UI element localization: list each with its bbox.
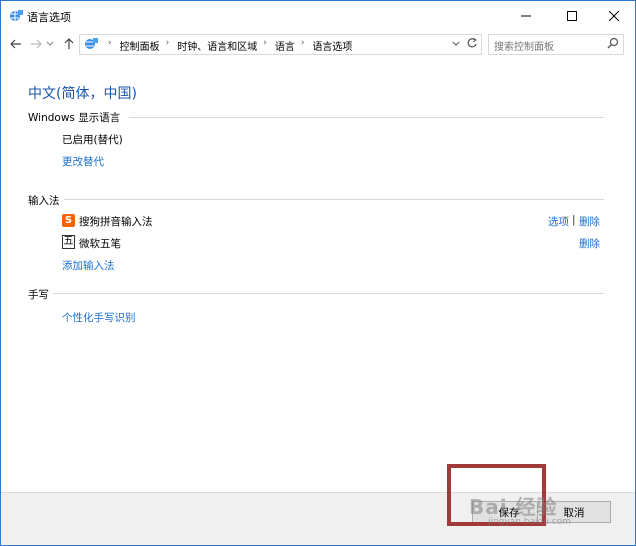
link-separator: |	[572, 214, 576, 226]
display-language-status: 已启用(替代)	[62, 134, 123, 146]
back-arrow-icon	[10, 39, 21, 49]
search-icon[interactable]	[607, 37, 619, 49]
search-placeholder: 搜索控制面板	[494, 42, 554, 53]
breadcrumb-separator[interactable]: ›	[263, 38, 267, 53]
page-title: 中文(简体，中国)	[28, 86, 137, 102]
handwriting-section-title: 手写	[28, 289, 49, 301]
breadcrumb-separator[interactable]: ›	[166, 38, 170, 53]
wubi-icon: 五	[62, 235, 75, 249]
address-controls	[452, 37, 477, 49]
add-input-method-link[interactable]: 添加输入法	[62, 258, 115, 273]
search-box[interactable]: 搜索控制面板	[488, 34, 624, 55]
close-button[interactable]	[592, 1, 635, 31]
breadcrumb-clock-language-region[interactable]: 时钟、语言和区域	[177, 38, 257, 53]
remove-input-method-link[interactable]: 删除	[579, 236, 600, 251]
recent-locations-button[interactable]	[45, 34, 55, 54]
breadcrumb-language[interactable]: 语言	[275, 38, 295, 53]
section-divider	[53, 293, 604, 294]
back-button[interactable]	[7, 34, 25, 54]
up-arrow-icon	[64, 38, 74, 49]
watermark: Bai 经验	[469, 495, 558, 519]
chevron-down-icon	[46, 41, 54, 46]
language-globe-icon	[10, 10, 23, 21]
breadcrumb-separator[interactable]: ›	[301, 38, 305, 53]
address-bar[interactable]: › 控制面板 › 时钟、语言和区域 › 语言 › 语言选项	[79, 34, 482, 55]
forward-arrow-icon	[31, 39, 42, 49]
change-override-link[interactable]: 更改替代	[62, 154, 104, 169]
breadcrumb-language-options[interactable]: 语言选项	[312, 38, 352, 53]
maximize-icon	[567, 11, 577, 21]
up-button[interactable]	[60, 34, 78, 54]
remove-input-method-link[interactable]: 删除	[579, 214, 600, 229]
refresh-icon[interactable]	[466, 37, 477, 49]
window-title: 语言选项	[27, 11, 71, 24]
input-method-name: 搜狗拼音输入法	[79, 216, 153, 228]
address-dropdown-icon[interactable]	[452, 37, 460, 49]
personalize-handwriting-link[interactable]: 个性化手写识别	[62, 310, 136, 325]
input-methods-section-title: 输入法	[28, 195, 60, 207]
breadcrumb-control-panel[interactable]: 控制面板	[120, 38, 160, 53]
section-divider	[129, 117, 604, 118]
maximize-button[interactable]	[550, 1, 594, 31]
navigation-bar: › 控制面板 › 时钟、语言和区域 › 语言 › 语言选项 搜索控制面板	[1, 31, 635, 57]
minimize-icon	[521, 15, 531, 17]
control-panel-icon	[85, 38, 98, 49]
breadcrumb-separator: ›	[108, 38, 112, 48]
display-language-section-title: Windows 显示语言	[28, 112, 121, 124]
breadcrumb: › 控制面板 › 时钟、语言和区域 › 语言 › 语言选项	[102, 38, 352, 53]
input-method-name: 微软五笔	[79, 238, 121, 250]
close-icon	[609, 11, 619, 21]
watermark-url: jingyan.baidu.com	[488, 517, 572, 527]
input-method-options-link[interactable]: 选项	[548, 214, 569, 229]
language-options-window: 语言选项 › 控制面板 › 时钟、语言和区域 › 语言 › 语言选项 搜索控制面…	[0, 0, 636, 546]
minimize-button[interactable]	[504, 1, 548, 31]
forward-button[interactable]	[27, 34, 45, 54]
sogou-icon: S	[62, 214, 75, 227]
section-divider	[64, 199, 604, 200]
title-bar[interactable]: 语言选项	[1, 1, 635, 31]
